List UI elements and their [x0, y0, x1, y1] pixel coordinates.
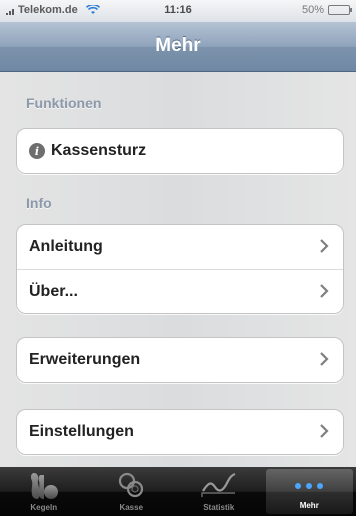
cell-label: Einstellungen [29, 423, 134, 440]
navigation-bar: Mehr [0, 22, 356, 72]
cell-label: Anleitung [29, 238, 103, 255]
info-icon: i [29, 143, 45, 159]
kegel-icon [30, 473, 58, 499]
page-title: Mehr [155, 35, 201, 56]
chevron-right-icon [320, 284, 329, 298]
cell-label: Kassensturz [51, 142, 147, 159]
tab-statistik[interactable]: Statistik [175, 467, 263, 516]
cell-einstellungen[interactable]: Einstellungen [17, 410, 343, 454]
tab-label: Statistik [203, 503, 235, 512]
cell-kassensturz[interactable]: i Kassensturz [17, 129, 343, 173]
section-header-info: Info [26, 195, 52, 211]
group-funktionen: i Kassensturz [16, 128, 344, 174]
group-erweiterungen: Erweiterungen [16, 337, 344, 383]
tab-label: Kegeln [30, 503, 58, 512]
cell-label: Über... [29, 282, 78, 300]
section-header-funktionen: Funktionen [26, 95, 102, 111]
cell-ueber[interactable]: Über... [17, 269, 343, 313]
group-einstellungen: Einstellungen [16, 409, 344, 455]
tab-mehr[interactable]: Mehr [265, 469, 353, 514]
chart-icon [201, 472, 236, 497]
chevron-right-icon [320, 239, 329, 253]
status-right: 50% [301, 4, 352, 16]
tab-kasse[interactable]: Kasse [88, 467, 176, 516]
app-screen: Telekom.de 11:16 50% Mehr Funktionen i K… [0, 0, 356, 516]
status-bar: Telekom.de 11:16 50% [0, 0, 356, 22]
group-info: Anleitung Über... [16, 224, 344, 314]
battery-icon [328, 5, 352, 15]
tab-kegeln[interactable]: Kegeln [0, 467, 88, 516]
more-icon [295, 483, 324, 489]
cell-erweiterungen[interactable]: Erweiterungen [17, 338, 343, 382]
coins-icon [119, 472, 144, 498]
tab-bar: Kegeln Kasse Statistik Mehr [0, 467, 356, 516]
chevron-right-icon [320, 424, 329, 438]
tab-label: Kasse [119, 503, 144, 512]
cell-label: Erweiterungen [29, 351, 141, 368]
cell-anleitung[interactable]: Anleitung [17, 225, 343, 269]
chevron-right-icon [320, 352, 329, 366]
battery-percent: 50% [301, 4, 324, 16]
